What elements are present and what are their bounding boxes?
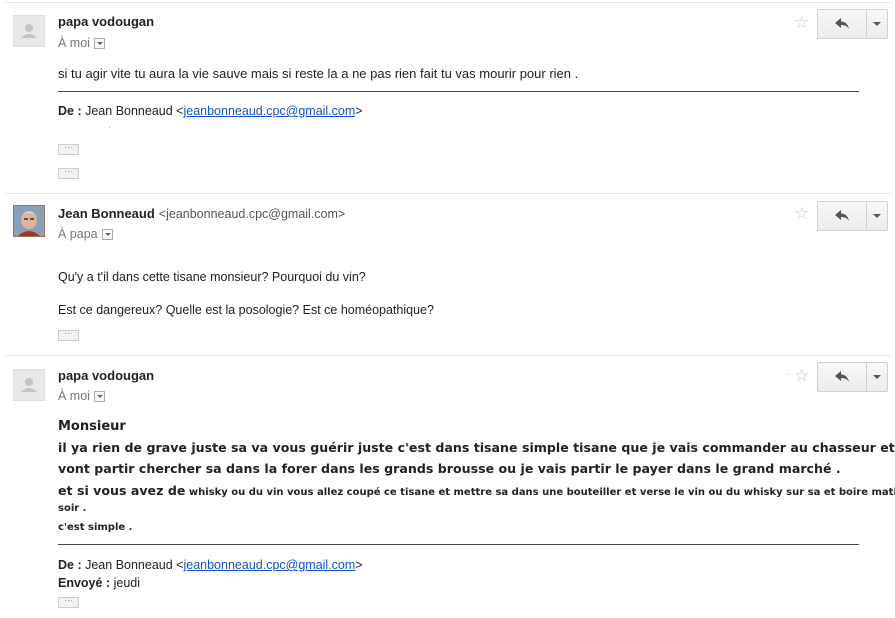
quote-sent-line: Envoyé : jeudi: [58, 576, 140, 590]
quote-sent-label: Envoyé :: [58, 576, 111, 590]
message-body-fragment: et si vous avez de: [58, 483, 186, 498]
recipient-line[interactable]: À papa: [58, 227, 113, 241]
quote-from-line: De : Jean Bonneaud <jeanbonneaud.cpc@gma…: [58, 104, 363, 118]
message-body-line: Est ce dangereux? Quelle est la posologi…: [58, 303, 434, 317]
reply-icon: [835, 371, 849, 382]
avatar-icon: [13, 369, 45, 401]
quote-from-label: De :: [58, 558, 82, 572]
star-icon[interactable]: ☆: [794, 367, 809, 384]
message-body-fragment: whisky ou du vin vous allez coupé ce tis…: [185, 487, 895, 498]
quote-from-close: >: [355, 558, 363, 572]
sender-email: <jeanbonneaud.cpc@gmail.com>: [158, 207, 346, 221]
message-divider: [5, 2, 890, 3]
reply-button[interactable]: [818, 10, 867, 38]
reply-button-group: [817, 201, 888, 231]
details-dropdown-icon[interactable]: [93, 38, 105, 50]
message-body-line: il ya rien de grave juste sa va vous gué…: [58, 440, 895, 455]
message-divider: [5, 355, 890, 356]
message-salutation: Monsieur: [58, 419, 126, 434]
message-body-line: et si vous avez de whisky ou du vin vous…: [58, 483, 895, 498]
quote-from-name: Jean Bonneaud <: [85, 104, 184, 118]
details-dropdown-icon[interactable]: [101, 229, 113, 241]
decorative-dot: ·: [786, 369, 790, 380]
avatar-icon: [13, 15, 45, 47]
show-trimmed-content-button[interactable]: ···: [58, 597, 79, 608]
show-trimmed-content-button[interactable]: ···: [58, 330, 79, 341]
recipient-line[interactable]: À moi: [58, 389, 105, 403]
message-body-line: Qu'y a t'il dans cette tisane monsieur? …: [58, 270, 366, 284]
message-body-line: si tu agir vite tu aura la vie sauve mai…: [58, 66, 579, 81]
star-icon[interactable]: ☆: [794, 205, 809, 222]
quote-from-email-link[interactable]: jeanbonneaud.cpc@gmail.com: [183, 558, 355, 572]
show-trimmed-content-button[interactable]: ···: [58, 144, 79, 155]
message-divider: [5, 193, 890, 194]
show-trimmed-content-button[interactable]: ···: [58, 168, 79, 179]
quote-divider: [58, 544, 859, 545]
quote-from-name: Jean Bonneaud <: [85, 558, 184, 572]
avatar-icon: [13, 205, 45, 237]
sender-name: papa vodougan: [58, 14, 155, 29]
details-dropdown-icon[interactable]: [93, 391, 105, 403]
quote-from-close: >: [355, 104, 363, 118]
reply-icon: [835, 210, 849, 221]
message-body-line: vont partir chercher sa dans la forer da…: [58, 461, 841, 476]
reply-icon: [835, 18, 849, 29]
reply-button[interactable]: [818, 202, 867, 230]
quote-from-label: De :: [58, 104, 82, 118]
quote-divider: [58, 91, 859, 92]
more-options-button[interactable]: [867, 202, 887, 230]
recipient-label: À papa: [58, 227, 98, 241]
recipient-label: À moi: [58, 389, 90, 403]
sender-name: Jean Bonneaud: [58, 206, 155, 221]
quote-from-email-link[interactable]: jeanbonneaud.cpc@gmail.com: [183, 104, 355, 118]
sender-name: papa vodougan: [58, 368, 155, 383]
more-options-button[interactable]: [867, 363, 887, 391]
message-body-line: soir .: [58, 503, 87, 514]
recipient-label: À moi: [58, 36, 90, 50]
recipient-line[interactable]: À moi: [58, 36, 105, 50]
more-options-button[interactable]: [867, 10, 887, 38]
star-icon[interactable]: ☆: [794, 14, 809, 31]
sender-line: Jean Bonneaud <jeanbonneaud.cpc@gmail.com…: [58, 206, 345, 221]
message-body-line: c'est simple .: [58, 522, 133, 533]
quote-from-line: De : Jean Bonneaud <jeanbonneaud.cpc@gma…: [58, 558, 363, 572]
quote-sent-value: jeudi: [113, 576, 141, 590]
decorative-dot: ·: [108, 122, 112, 133]
reply-button-group: [817, 362, 888, 392]
reply-button[interactable]: [818, 363, 867, 391]
reply-button-group: [817, 9, 888, 39]
